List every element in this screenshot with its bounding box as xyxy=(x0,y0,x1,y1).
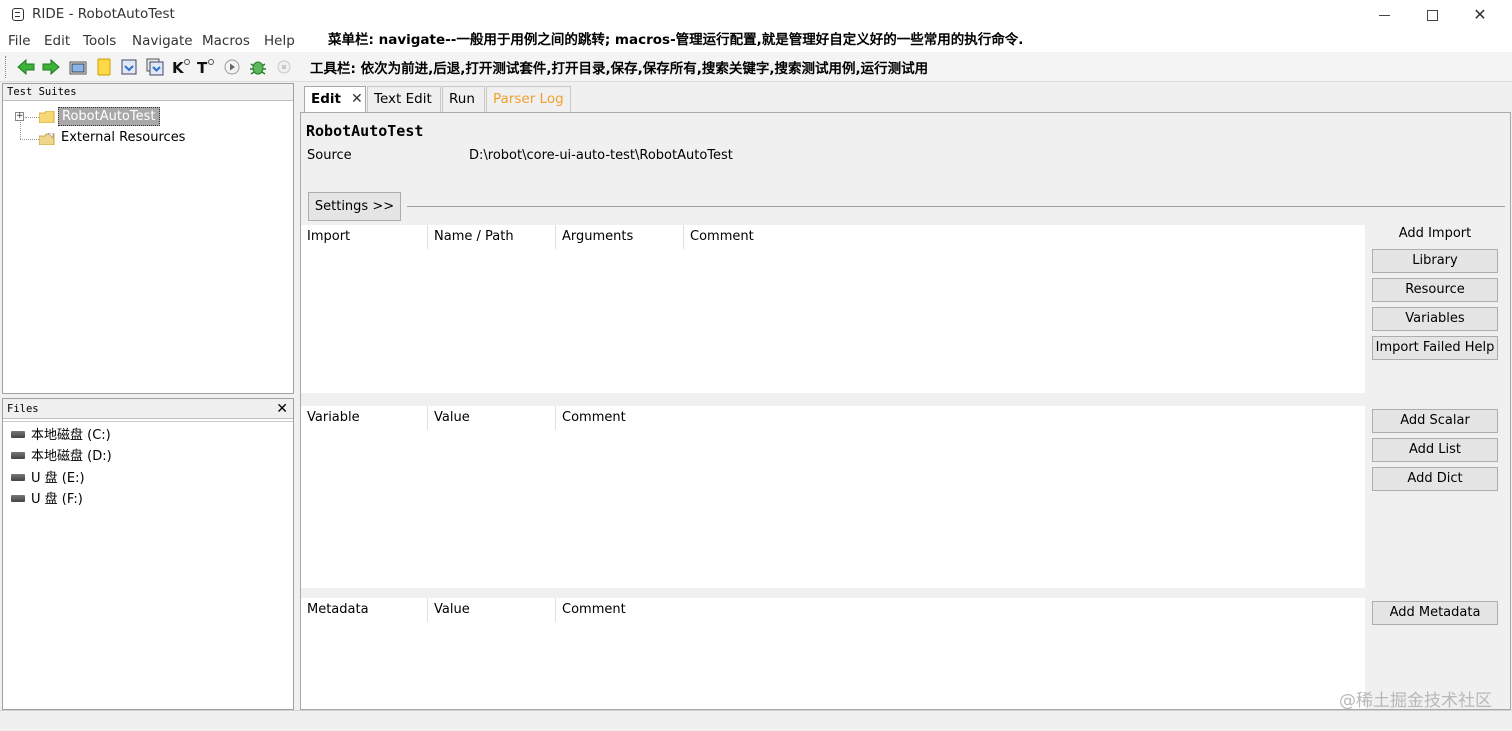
column-header[interactable]: Name / Path xyxy=(428,225,556,249)
tree-expander[interactable]: + xyxy=(15,112,24,121)
variable-table[interactable]: Variable Value Comment xyxy=(301,406,1365,588)
metadata-table[interactable]: Metadata Value Comment xyxy=(301,598,1365,709)
tree-line xyxy=(25,117,39,118)
add-dict-button[interactable]: Add Dict xyxy=(1372,467,1498,491)
drive-icon xyxy=(11,495,25,502)
tree-item-robotautotest[interactable]: RobotAutoTest xyxy=(58,107,160,126)
search-keyword-icon: K xyxy=(172,59,190,77)
open-suite-icon xyxy=(69,61,87,75)
tab-parser-log[interactable]: Parser Log xyxy=(486,86,571,112)
column-header[interactable]: Arguments xyxy=(556,225,684,249)
import-failed-help-button[interactable]: Import Failed Help xyxy=(1372,336,1498,360)
column-header[interactable]: Comment xyxy=(556,406,684,430)
add-metadata-button[interactable]: Add Metadata xyxy=(1372,601,1498,625)
external-resources-icon xyxy=(39,133,55,145)
add-variables-button[interactable]: Variables xyxy=(1372,307,1498,331)
files-panel: Files ✕ 本地磁盘 (C:) 本地磁盘 (D:) U 盘 (E:) U 盘… xyxy=(2,398,294,710)
column-header[interactable]: Value xyxy=(428,406,556,430)
suite-editor: RobotAutoTest Source D:\robot\core-ui-au… xyxy=(300,112,1511,710)
add-resource-button[interactable]: Resource xyxy=(1372,278,1498,302)
search-keyword-button[interactable]: K xyxy=(171,57,191,77)
ride-app-icon xyxy=(12,8,24,21)
debug-button[interactable] xyxy=(248,57,268,77)
forward-button[interactable] xyxy=(41,57,61,77)
minimize-icon xyxy=(1378,15,1390,16)
maximize-button[interactable] xyxy=(1409,0,1455,30)
column-header[interactable]: Metadata xyxy=(301,598,428,622)
open-suite-button[interactable] xyxy=(68,57,88,77)
menu-navigate[interactable]: Navigate xyxy=(132,33,193,49)
files-header: Files ✕ xyxy=(3,399,293,419)
column-header[interactable]: Comment xyxy=(684,225,812,249)
file-drive-c[interactable]: 本地磁盘 (C:) xyxy=(11,424,111,444)
column-header[interactable]: Comment xyxy=(556,598,684,622)
window-title: RIDE - RobotAutoTest xyxy=(32,6,175,22)
column-header[interactable]: Variable xyxy=(301,406,428,430)
watermark: @稀土掘金技术社区 xyxy=(1339,691,1492,711)
import-table[interactable]: Import Name / Path Arguments Comment xyxy=(301,225,1365,393)
toolbar-annotation: 工具栏: 依次为前进,后退,打开测试套件,打开目录,保存,保存所有,搜索关键字,… xyxy=(310,61,929,77)
tree-line xyxy=(20,139,39,140)
tree-item-external-resources[interactable]: External Resources xyxy=(58,129,188,146)
save-button[interactable] xyxy=(119,57,139,77)
files-title: Files xyxy=(7,403,39,415)
folder-icon xyxy=(39,111,55,123)
menu-edit[interactable]: Edit xyxy=(44,33,70,49)
add-import-label: Add Import xyxy=(1398,226,1472,241)
stop-icon xyxy=(277,60,291,74)
tab-text-edit[interactable]: Text Edit xyxy=(367,86,441,112)
drive-icon xyxy=(11,431,25,438)
tab-edit[interactable]: Edit ✕ xyxy=(304,86,366,113)
toolbar-grip[interactable] xyxy=(5,56,8,78)
open-directory-button[interactable] xyxy=(94,57,114,77)
close-window-button[interactable]: ✕ xyxy=(1457,0,1503,30)
file-drive-d[interactable]: 本地磁盘 (D:) xyxy=(11,445,112,465)
drive-icon xyxy=(11,452,25,459)
minimize-button[interactable] xyxy=(1361,0,1407,30)
status-bar xyxy=(0,710,1512,731)
debug-icon xyxy=(250,61,266,75)
open-directory-icon xyxy=(97,58,111,76)
files-list: 本地磁盘 (C:) 本地磁盘 (D:) U 盘 (E:) U 盘 (F:) xyxy=(3,421,293,706)
back-icon xyxy=(17,58,35,76)
settings-toggle-button[interactable]: Settings >> xyxy=(308,192,401,221)
close-files-panel-button[interactable]: ✕ xyxy=(276,399,288,419)
menu-file[interactable]: File xyxy=(8,33,31,49)
source-path: D:\robot\core-ui-auto-test\RobotAutoTest xyxy=(469,148,733,163)
back-button[interactable] xyxy=(16,57,36,77)
add-list-button[interactable]: Add List xyxy=(1372,438,1498,462)
menu-help[interactable]: Help xyxy=(264,33,295,49)
file-drive-f[interactable]: U 盘 (F:) xyxy=(11,488,83,508)
save-icon xyxy=(121,59,137,75)
settings-divider xyxy=(407,206,1505,207)
close-tab-icon[interactable]: ✕ xyxy=(351,91,363,107)
forward-icon xyxy=(42,58,60,76)
menu-tools[interactable]: Tools xyxy=(83,33,116,49)
source-label: Source xyxy=(307,148,352,163)
svg-text:K: K xyxy=(172,59,185,77)
search-test-button[interactable]: T xyxy=(196,57,216,77)
stop-button[interactable] xyxy=(274,57,294,77)
test-suites-header: Test Suites xyxy=(3,84,293,101)
menu-macros[interactable]: Macros xyxy=(202,33,250,49)
suite-title: RobotAutoTest xyxy=(306,122,424,140)
column-header[interactable]: Import xyxy=(301,225,428,249)
save-all-icon xyxy=(146,58,164,76)
drive-icon xyxy=(11,474,25,481)
maximize-icon xyxy=(1426,10,1438,21)
column-header[interactable]: Value xyxy=(428,598,556,622)
editor-tabs: Edit ✕ Text Edit Run Parser Log xyxy=(300,83,1512,113)
add-library-button[interactable]: Library xyxy=(1372,249,1498,273)
run-button[interactable] xyxy=(222,57,242,77)
search-test-icon: T xyxy=(197,59,214,77)
run-icon xyxy=(224,59,240,75)
file-drive-e[interactable]: U 盘 (E:) xyxy=(11,467,85,487)
tab-run[interactable]: Run xyxy=(442,86,485,112)
title-bar: RIDE - RobotAutoTest ✕ xyxy=(0,0,1512,30)
save-all-button[interactable] xyxy=(145,57,165,77)
svg-text:T: T xyxy=(197,59,208,77)
add-scalar-button[interactable]: Add Scalar xyxy=(1372,409,1498,433)
test-suites-panel: Test Suites + RobotAutoTest External Res… xyxy=(2,83,294,394)
menubar-annotation: 菜单栏: navigate--一般用于用例之间的跳转; macros-管理运行配… xyxy=(328,32,1024,48)
